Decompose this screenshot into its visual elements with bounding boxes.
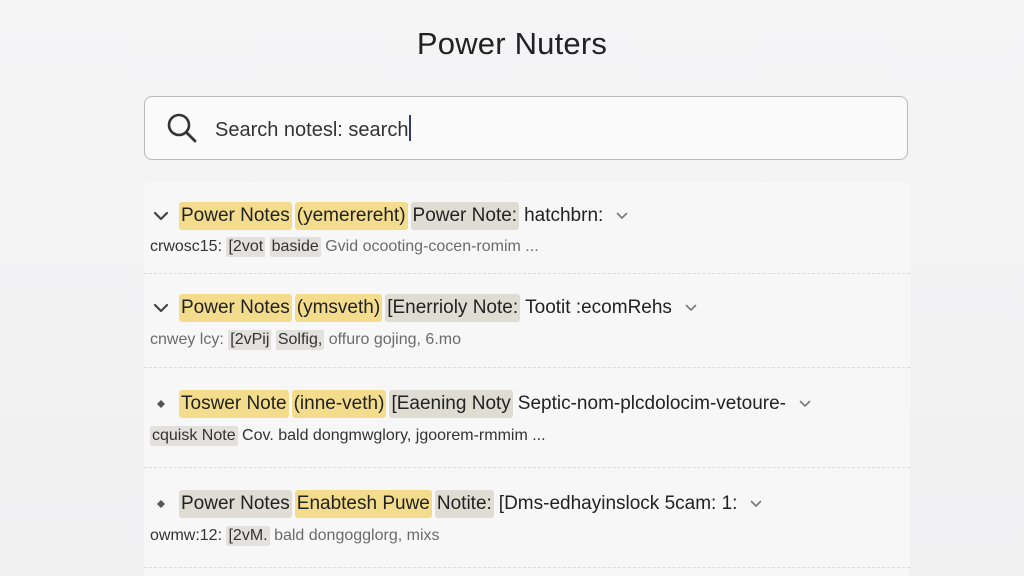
title-chip: Enabtesh Puwe [294, 490, 432, 518]
title-chip: [Enerrioly Note: [385, 294, 521, 322]
app-window: Power Nuters Search notesl: search Power… [0, 0, 1024, 576]
title-chip: Notite: [434, 490, 494, 518]
title-text: Septic-nom-plcdolocim-vetoure- [517, 393, 787, 414]
title-text: [Dms-edhayinslock 5cam: 1: [498, 493, 738, 514]
diamond-bullet-icon[interactable] [147, 499, 175, 509]
title-chip: Power Notes [179, 490, 292, 518]
search-query: Search notesl: search [215, 114, 412, 142]
search-input[interactable]: Search notesl: search [144, 96, 908, 160]
title-chip: Power Notes [179, 202, 292, 230]
meta-chip: [2vM. [226, 526, 270, 546]
meta-chip: baside [269, 237, 321, 257]
chevron-down-icon[interactable] [616, 212, 628, 220]
list-item[interactable]: Power Notes (yemerereht) Power Note: hat… [144, 182, 910, 274]
title-text: Tootit :ecomRehs [525, 297, 672, 318]
meta-prefix: cnwey lcy: [150, 331, 224, 348]
meta-prefix: cquisk Note [150, 426, 238, 446]
meta-text: bald dongogglorg, mixs [274, 527, 440, 544]
chevron-down-icon[interactable] [799, 400, 811, 408]
meta-text: offuro gojing, 6.mo [328, 331, 461, 348]
chevron-down-icon[interactable] [750, 500, 762, 508]
title-chip: Power Note: [410, 202, 520, 230]
meta-text: Gvid ocooting-cocen-romim ... [325, 238, 539, 255]
meta-chip: Solfig, [275, 330, 325, 350]
title-chip: Power Notes [179, 294, 292, 322]
chevron-down-icon[interactable] [147, 211, 175, 221]
page-title: Power Nuters [416, 26, 608, 61]
title-chip: (ymsveth) [294, 294, 383, 322]
list-item[interactable]: Power Notes (ymsveth) [Enerrioly Note: T… [144, 274, 910, 368]
meta-chip: Cov. [242, 427, 274, 444]
list-item[interactable]: Power Notes Enabtesh Puwe Notite: [Dms-e… [144, 468, 910, 568]
list-item[interactable]: Toswer Note (inne-veth) [Eaening Noty Se… [144, 368, 910, 468]
chevron-down-icon[interactable] [147, 303, 175, 313]
title-chip: (inne-veth) [291, 390, 387, 418]
title-chip: (yemerereht) [294, 202, 408, 230]
title-chip: Toswer Note [179, 390, 289, 418]
meta-prefix: crwosc15: [150, 238, 223, 255]
chevron-down-icon[interactable] [685, 304, 697, 312]
meta-chip: [2vPij [228, 330, 272, 350]
diamond-bullet-icon[interactable] [147, 399, 175, 409]
title-chip: [Eaening Noty [389, 390, 513, 418]
search-icon [165, 111, 199, 145]
title-text: hatchbrn: [524, 205, 604, 226]
meta-chip: [2vot [226, 237, 266, 257]
meta-text: bald dongmwglory, jgoorem-rmmim ... [278, 427, 546, 444]
meta-prefix: owmw:12: [150, 527, 223, 544]
text-cursor [409, 114, 412, 141]
results-list: Power Notes (yemerereht) Power Note: hat… [144, 182, 910, 576]
